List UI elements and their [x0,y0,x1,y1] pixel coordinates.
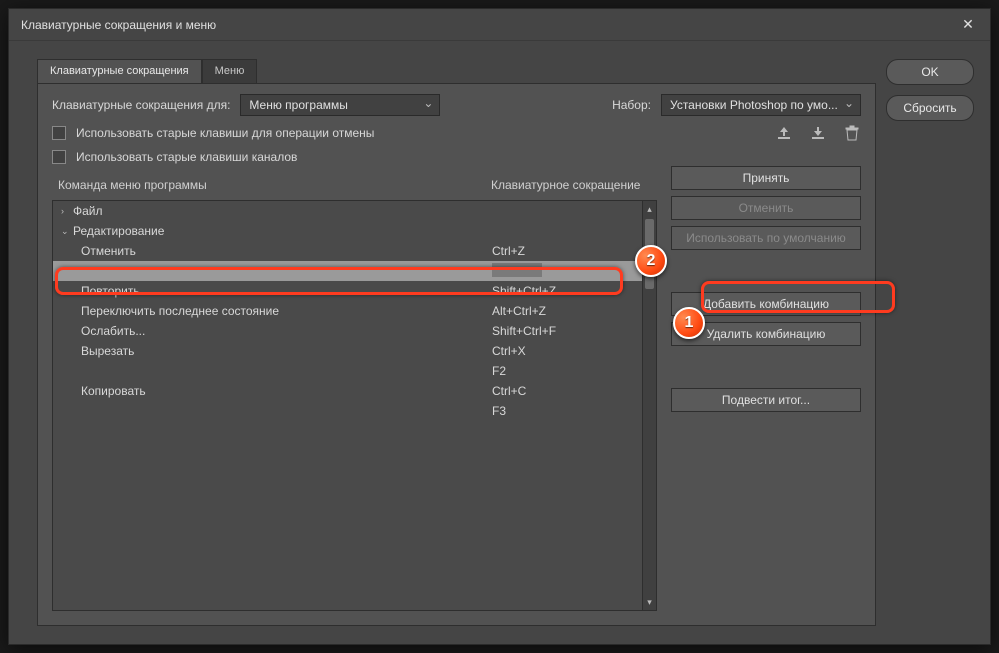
list-item[interactable]: ОтменитьCtrl+Z [53,241,642,261]
use-default-button[interactable]: Использовать по умолчанию [671,226,861,250]
col-command-header: Команда меню программы [58,178,491,192]
list-item[interactable]: Переключить последнее состояниеAlt+Ctrl+… [53,301,642,321]
ok-button[interactable]: OK [886,59,974,85]
use-old-undo-checkbox[interactable] [52,126,66,140]
accept-button[interactable]: Принять [671,166,861,190]
dialog-title: Клавиатурные сокращения и меню [21,18,958,32]
chevron-down-icon: ⌄ [61,226,73,237]
shortcuts-dialog: Клавиатурные сокращения и меню ✕ Клавиат… [8,8,991,645]
list-item[interactable]: ВырезатьCtrl+X [53,341,642,361]
group-file[interactable]: › Файл [53,201,642,221]
scroll-thumb[interactable] [645,219,654,289]
scrollbar[interactable]: ▴ ▾ [642,201,656,610]
list-item[interactable]: КопироватьCtrl+C [53,381,642,401]
new-set-icon[interactable] [809,124,827,142]
tab-shortcuts[interactable]: Клавиатурные сокращения [37,59,202,83]
set-label: Набор: [612,98,651,112]
chevron-right-icon: › [61,206,73,216]
trash-icon[interactable] [843,124,861,142]
shortcuts-for-select[interactable]: Меню программы [240,94,440,116]
add-shortcut-button[interactable]: Добавить комбинацию [671,292,861,316]
shortcut-input[interactable] [492,263,542,277]
use-old-undo-label: Использовать старые клавиши для операции… [76,126,374,140]
use-old-channels-label: Использовать старые клавиши каналов [76,150,297,164]
shortcut-list: › Файл ⌄ Редактирование ОтменитьCtrl+Z П… [52,200,657,611]
reset-button[interactable]: Сбросить [886,95,974,121]
delete-shortcut-button[interactable]: Удалить комбинацию [671,322,861,346]
tab-menus[interactable]: Меню [202,59,258,83]
close-icon[interactable]: ✕ [958,15,978,35]
use-old-channels-checkbox[interactable] [52,150,66,164]
shortcuts-for-label: Клавиатурные сокращения для: [52,98,230,112]
tabs: Клавиатурные сокращения Меню [37,59,876,83]
undo-button[interactable]: Отменить [671,196,861,220]
list-item-selected[interactable] [53,261,642,281]
set-select[interactable]: Установки Photoshop по умо... [661,94,861,116]
list-item[interactable]: ПовторитьShift+Ctrl+Z [53,281,642,301]
col-shortcut-header: Клавиатурное сокращение [491,178,651,192]
titlebar: Клавиатурные сокращения и меню ✕ [9,9,990,41]
list-item[interactable]: F3 [53,401,642,421]
list-item[interactable]: Ослабить...Shift+Ctrl+F [53,321,642,341]
scroll-up-icon[interactable]: ▴ [643,201,656,217]
scroll-down-icon[interactable]: ▾ [643,594,656,610]
save-set-icon[interactable] [775,124,793,142]
summarize-button[interactable]: Подвести итог... [671,388,861,412]
group-edit[interactable]: ⌄ Редактирование [53,221,642,241]
list-item[interactable]: F2 [53,361,642,381]
